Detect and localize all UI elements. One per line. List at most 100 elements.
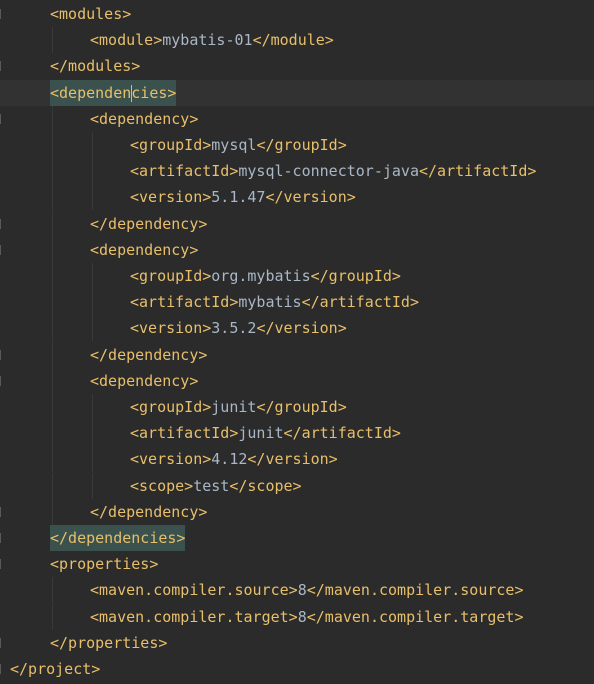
code-line[interactable]: <version>3.5.2</version> <box>0 315 594 342</box>
code-line[interactable]: </project> <box>0 656 594 682</box>
matched-tag: </dependencies> <box>50 525 186 551</box>
code-text: <maven.compiler.source>8</maven.compiler… <box>90 577 524 603</box>
indent-guide <box>92 446 93 473</box>
code-text: <module>mybatis-01</module> <box>90 27 334 53</box>
code-line[interactable]: <dependency> <box>0 236 594 263</box>
xml-tag: </maven.compiler.target> <box>306 607 524 626</box>
code-line[interactable]: </dependency> <box>0 341 594 368</box>
code-line[interactable]: <artifactId>mysql-connector-java</artifa… <box>0 158 594 185</box>
code-line[interactable]: </modules> <box>0 53 594 79</box>
xml-tag: <modules> <box>50 5 132 23</box>
xml-tag: </modules> <box>50 57 141 76</box>
xml-tag: <dependency> <box>90 371 199 390</box>
xml-tag: </groupId> <box>256 398 347 416</box>
xml-text: org.mybatis <box>211 267 311 285</box>
xml-text: 3.5.2 <box>211 319 257 338</box>
indent-guide <box>52 603 53 630</box>
code-text: <artifactId>junit</artifactId> <box>130 420 401 446</box>
xml-text: mysql-connector-java <box>238 162 419 181</box>
indent-guide <box>92 289 93 316</box>
code-line[interactable]: <modules> <box>0 1 594 27</box>
code-text: <version>3.5.2</version> <box>130 315 347 341</box>
indent-guide <box>52 472 53 499</box>
indent-guide <box>92 132 93 158</box>
code-text: <groupId>org.mybatis</groupId> <box>130 263 401 289</box>
indent-guide <box>52 420 53 447</box>
xml-tag: </artifactId> <box>283 424 401 443</box>
code-line[interactable]: <maven.compiler.target>8</maven.compiler… <box>0 603 594 630</box>
code-line[interactable]: <maven.compiler.source>8</maven.compiler… <box>0 577 594 604</box>
code-line[interactable]: <dependency> <box>0 367 594 394</box>
indent-guide <box>52 236 53 263</box>
code-line[interactable]: <module>mybatis-01</module> <box>0 27 594 54</box>
code-line[interactable]: </dependency> <box>0 210 594 237</box>
code-text: <groupId>mysql</groupId> <box>130 132 347 158</box>
code-text: </dependency> <box>90 499 207 525</box>
code-line[interactable]: </properties> <box>0 630 594 656</box>
indent-guide <box>52 105 53 132</box>
code-text: <version>4.12</version> <box>130 446 338 472</box>
xml-tag: </dependency> <box>90 345 208 364</box>
code-text: <dependency> <box>90 237 198 263</box>
indent-guide <box>92 420 93 447</box>
xml-tag: </version> <box>247 450 338 469</box>
code-line[interactable]: <groupId>junit</groupId> <box>0 394 594 420</box>
xml-tag: <version> <box>130 319 212 338</box>
xml-tag: </version> <box>256 319 347 338</box>
xml-tag: <properties> <box>50 555 159 574</box>
xml-text: 4.12 <box>211 450 248 469</box>
code-text: </dependency> <box>90 211 207 237</box>
code-text: <groupId>junit</groupId> <box>130 394 347 420</box>
indent-guide <box>52 132 53 158</box>
code-line[interactable]: <scope>test</scope> <box>0 472 594 499</box>
code-text: <dependency> <box>90 106 198 132</box>
indent-guide <box>52 341 53 368</box>
code-text: <version>5.1.47</version> <box>130 184 356 210</box>
code-line[interactable]: <dependencies> <box>0 79 594 106</box>
indent-guide <box>52 446 53 473</box>
code-editor[interactable]: <modules> <module>mybatis-01</module> </mo… <box>0 0 594 684</box>
code-text: <artifactId>mysql-connector-java</artifa… <box>130 158 536 184</box>
code-line[interactable]: </dependencies> <box>0 525 594 551</box>
xml-text: 5.1.47 <box>211 188 266 207</box>
xml-tag: <artifactId> <box>130 293 239 312</box>
code-line[interactable]: </dependency> <box>0 498 594 525</box>
xml-tag: <scope> <box>130 476 194 495</box>
xml-tag: </dependency> <box>90 502 208 521</box>
indent-guide <box>52 27 53 54</box>
xml-tag: </groupId> <box>256 136 347 154</box>
code-text: <dependency> <box>90 368 198 394</box>
indent-guide <box>52 315 53 342</box>
code-line[interactable]: <artifactId>mybatis</artifactId> <box>0 289 594 316</box>
code-line[interactable]: <version>5.1.47</version> <box>0 184 594 211</box>
xml-tag: </scope> <box>229 476 302 495</box>
indent-guide <box>92 184 93 211</box>
code-line[interactable]: <version>4.12</version> <box>0 446 594 473</box>
code-text: </properties> <box>50 630 167 656</box>
xml-tag: </version> <box>265 188 356 207</box>
indent-guide <box>52 289 53 316</box>
xml-tag: </groupId> <box>310 267 401 285</box>
indent-guide <box>52 498 53 525</box>
indent-guide <box>52 577 53 604</box>
indent-guide <box>92 263 93 289</box>
indent-guide <box>52 394 53 420</box>
code-line[interactable]: <groupId>mysql</groupId> <box>0 132 594 158</box>
code-line[interactable]: <artifactId>junit</artifactId> <box>0 420 594 447</box>
code-line[interactable]: <dependency> <box>0 105 594 132</box>
xml-text: junit <box>211 398 257 416</box>
xml-tag: cies> <box>131 83 177 102</box>
code-text: </dependency> <box>90 342 207 368</box>
code-text: </modules> <box>50 53 140 79</box>
xml-tag: <version> <box>130 188 212 207</box>
xml-text: mybatis <box>238 293 302 312</box>
code-line[interactable]: <properties> <box>0 551 594 577</box>
indent-guide <box>92 472 93 499</box>
xml-tag: </project> <box>10 660 101 678</box>
xml-text: mysql <box>211 136 257 154</box>
xml-tag: <dependency> <box>90 240 199 259</box>
code-line[interactable]: <groupId>org.mybatis</groupId> <box>0 263 594 289</box>
xml-tag: </artifactId> <box>419 162 537 181</box>
xml-text: test <box>193 476 230 495</box>
xml-tag: </module> <box>252 31 334 50</box>
